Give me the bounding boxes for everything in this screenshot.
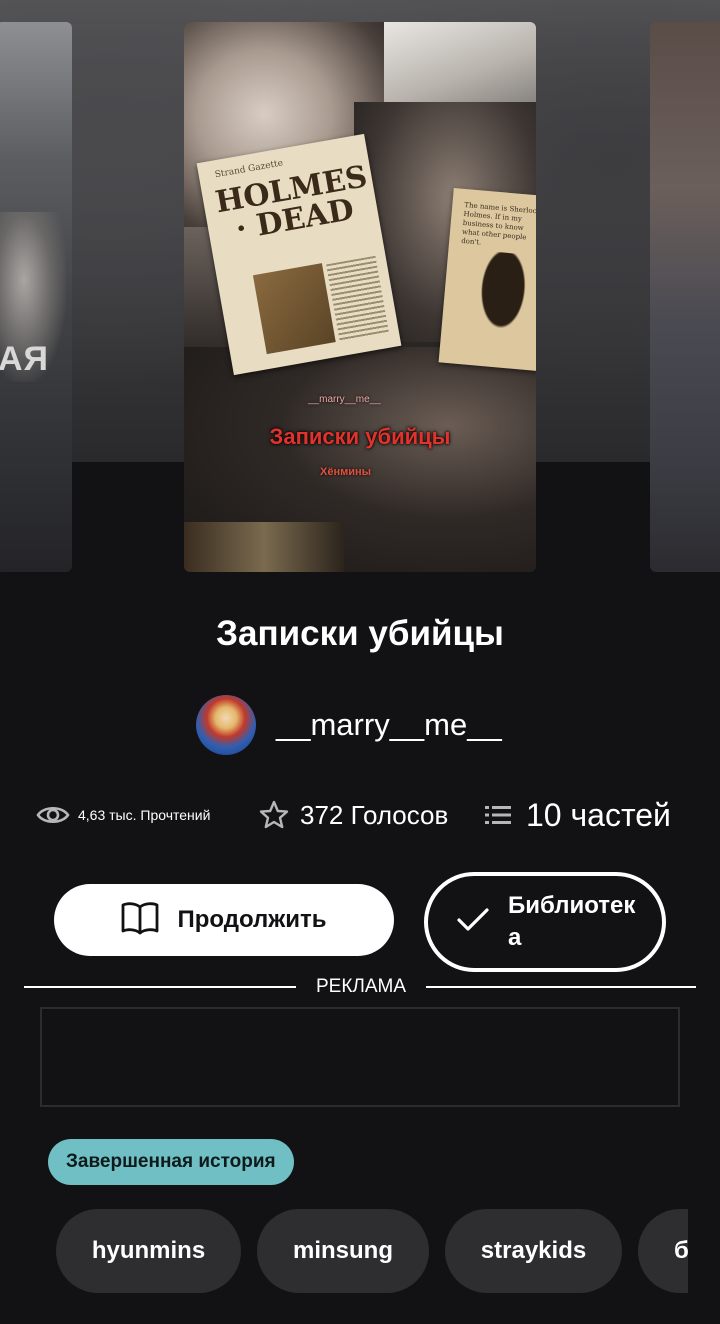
votes-stat: 372 Голосов bbox=[258, 790, 448, 840]
tag-chip[interactable]: б bbox=[638, 1209, 688, 1293]
avatar[interactable] bbox=[196, 695, 256, 755]
cover-photo bbox=[184, 522, 344, 572]
book-open-icon bbox=[121, 901, 159, 940]
author-link[interactable]: __marry__me__ bbox=[196, 694, 502, 756]
cover-subtitle: Хёнмины bbox=[320, 466, 372, 478]
note-text: The name is Sherlock Holmes. If in my bu… bbox=[460, 200, 536, 247]
book-title: Записки убийцы bbox=[216, 614, 504, 653]
tag-list: hyunmins minsung straykids б bbox=[0, 1209, 688, 1295]
votes-count: 372 Голосов bbox=[300, 799, 449, 830]
newspaper-text-lines bbox=[326, 255, 389, 342]
cover-author-handle: __marry__me__ bbox=[308, 394, 381, 405]
newspaper-picture bbox=[252, 263, 336, 355]
check-icon bbox=[456, 907, 490, 938]
continue-reading-button[interactable]: Продолжить bbox=[54, 884, 394, 956]
next-book-cover[interactable] bbox=[650, 22, 720, 572]
divider bbox=[426, 986, 696, 988]
reads-count: 4,63 тыс. Прочтений bbox=[78, 807, 211, 823]
parts-count: 10 частей bbox=[526, 796, 671, 833]
add-to-library-button[interactable]: Библиотека bbox=[424, 872, 666, 972]
book-cover[interactable]: Strand Gazette HOLMES · DEAD The name is… bbox=[184, 22, 536, 572]
previous-book-cover[interactable]: АЯ bbox=[0, 22, 72, 572]
tag-chip[interactable]: minsung bbox=[257, 1209, 429, 1293]
cover-title: Записки убийцы bbox=[269, 424, 451, 449]
reads-stat: 4,63 тыс. Прочтений bbox=[36, 790, 210, 840]
cover-note: The name is Sherlock Holmes. If in my bu… bbox=[438, 187, 536, 372]
list-icon bbox=[484, 803, 512, 827]
status-badge: Завершенная история bbox=[48, 1139, 294, 1185]
detective-silhouette bbox=[468, 250, 536, 346]
divider bbox=[24, 986, 296, 988]
ad-slot[interactable] bbox=[40, 1007, 680, 1107]
tag-chip[interactable]: hyunmins bbox=[56, 1209, 241, 1293]
parts-stat: 10 частей bbox=[484, 790, 671, 840]
story-stats: 4,63 тыс. Прочтений 372 Голосов 10 часте… bbox=[36, 790, 696, 840]
eye-icon bbox=[36, 803, 70, 827]
continue-label: Продолжить bbox=[177, 906, 327, 933]
cover-letters: АЯ bbox=[0, 340, 49, 378]
author-name[interactable]: __marry__me__ bbox=[276, 707, 502, 743]
star-icon bbox=[258, 799, 290, 831]
library-label: Библиотека bbox=[508, 892, 636, 951]
tag-chip[interactable]: straykids bbox=[445, 1209, 622, 1293]
ad-label: РЕКЛАМА bbox=[315, 976, 407, 997]
